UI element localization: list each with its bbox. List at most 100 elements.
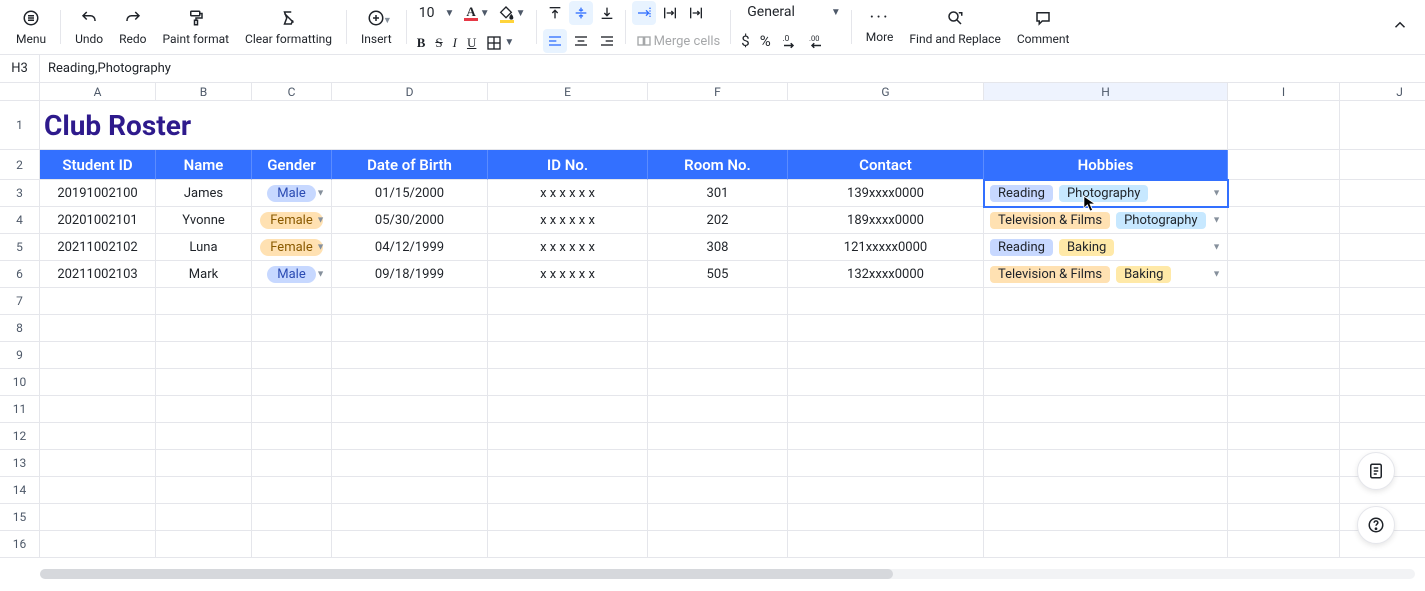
dropdown-caret-icon[interactable]: ▼ [1212,269,1221,280]
empty-cell[interactable] [1228,150,1340,180]
empty-cell[interactable] [788,369,984,396]
empty-cell[interactable] [1340,315,1425,342]
column-header[interactable]: H [984,83,1228,101]
row-header[interactable]: 16 [0,531,40,558]
empty-cell[interactable] [488,396,648,423]
find-replace-button[interactable]: Find and Replace [901,0,1008,54]
empty-cell[interactable] [1340,207,1425,234]
empty-cell[interactable] [648,342,788,369]
empty-cell[interactable] [40,342,156,369]
row-header[interactable]: 1 [0,101,40,150]
select-all-corner[interactable] [0,83,40,101]
empty-cell[interactable] [1228,504,1340,531]
hobbies-cell[interactable]: Television & FilmsPhotography▼ [984,207,1228,234]
empty-cell[interactable] [332,531,488,558]
halign-left-button[interactable] [543,29,567,53]
empty-cell[interactable] [156,477,252,504]
dropdown-caret-icon[interactable]: ▼ [1212,242,1221,253]
empty-cell[interactable] [332,369,488,396]
student-id-cell[interactable]: 20211002103 [40,261,156,288]
row-header[interactable]: 13 [0,450,40,477]
idno-cell[interactable]: x x x x x x [488,261,648,288]
empty-cell[interactable] [788,450,984,477]
valign-bottom-button[interactable] [595,1,619,25]
column-header[interactable]: J [1340,83,1425,101]
empty-cell[interactable] [332,288,488,315]
horizontal-scrollbar[interactable] [40,569,1415,579]
empty-cell[interactable] [648,396,788,423]
empty-cell[interactable] [252,342,332,369]
gender-cell[interactable]: Male▼ [252,180,332,207]
gender-cell[interactable]: Female▼ [252,234,332,261]
borders-button[interactable]: ▼ [482,31,518,55]
percent-button[interactable]: % [756,28,775,54]
row-header[interactable]: 11 [0,396,40,423]
row-header[interactable]: 5 [0,234,40,261]
empty-cell[interactable] [1340,261,1425,288]
empty-cell[interactable] [648,315,788,342]
empty-cell[interactable] [984,369,1228,396]
collapse-toolbar-button[interactable] [1383,8,1417,46]
dropdown-caret-icon[interactable]: ▼ [316,269,325,280]
table-header-cell[interactable]: Gender [252,150,332,180]
empty-cell[interactable] [1228,180,1340,207]
fill-color-button[interactable]: ▼ [494,0,530,27]
valign-middle-button[interactable] [569,1,593,25]
dob-cell[interactable]: 09/18/1999 [332,261,488,288]
formula-input[interactable]: Reading,Photography [40,61,1425,76]
empty-cell[interactable] [488,504,648,531]
contact-cell[interactable]: 132xxxx0000 [788,261,984,288]
cell-reference[interactable]: H3 [0,55,40,82]
text-color-button[interactable]: A ▼ [460,2,493,25]
name-cell[interactable]: Mark [156,261,252,288]
paint-format-button[interactable]: Paint format [155,0,238,54]
table-header-cell[interactable]: ID No. [488,150,648,180]
table-header-cell[interactable]: Contact [788,150,984,180]
empty-cell[interactable] [788,396,984,423]
empty-cell[interactable] [1228,342,1340,369]
dob-cell[interactable]: 04/12/1999 [332,234,488,261]
number-format-selector[interactable]: General ▼ [737,0,845,24]
empty-cell[interactable] [252,369,332,396]
column-header[interactable]: C [252,83,332,101]
student-id-cell[interactable]: 20191002100 [40,180,156,207]
comment-button[interactable]: Comment [1009,0,1078,54]
empty-cell[interactable] [40,396,156,423]
empty-cell[interactable] [252,423,332,450]
empty-cell[interactable] [1228,288,1340,315]
bold-button[interactable]: B [413,31,430,55]
empty-cell[interactable] [40,450,156,477]
empty-cell[interactable] [1340,288,1425,315]
empty-cell[interactable] [1228,531,1340,558]
dob-cell[interactable]: 01/15/2000 [332,180,488,207]
column-header[interactable]: A [40,83,156,101]
room-cell[interactable]: 308 [648,234,788,261]
empty-cell[interactable] [332,315,488,342]
currency-button[interactable]: $ [737,28,753,54]
empty-cell[interactable] [984,288,1228,315]
empty-cell[interactable] [648,423,788,450]
student-id-cell[interactable]: 20201002101 [40,207,156,234]
idno-cell[interactable]: x x x x x x [488,180,648,207]
empty-cell[interactable] [1340,369,1425,396]
row-header[interactable]: 3 [0,180,40,207]
row-header[interactable]: 12 [0,423,40,450]
hobbies-cell[interactable]: ReadingPhotography▼ [984,180,1228,207]
empty-cell[interactable] [156,342,252,369]
room-cell[interactable]: 301 [648,180,788,207]
empty-cell[interactable] [984,531,1228,558]
empty-cell[interactable] [788,288,984,315]
empty-cell[interactable] [156,396,252,423]
halign-center-button[interactable] [569,29,593,53]
idno-cell[interactable]: x x x x x x [488,207,648,234]
column-header[interactable]: D [332,83,488,101]
dropdown-caret-icon[interactable]: ▼ [1212,188,1221,199]
empty-cell[interactable] [788,504,984,531]
undo-button[interactable]: Undo [67,0,111,54]
empty-cell[interactable] [1228,101,1340,150]
row-header[interactable]: 8 [0,315,40,342]
decrease-decimal-button[interactable]: .0 [777,28,803,54]
empty-cell[interactable] [156,531,252,558]
row-header[interactable]: 4 [0,207,40,234]
empty-cell[interactable] [1228,261,1340,288]
